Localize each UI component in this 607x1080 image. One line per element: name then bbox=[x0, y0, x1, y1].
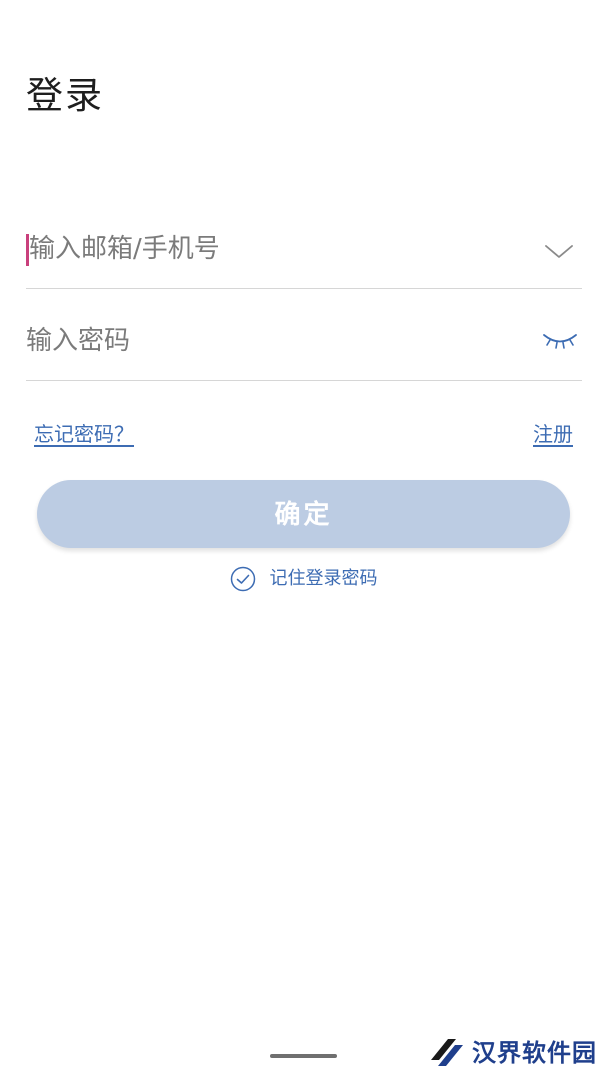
forgot-password-link[interactable]: 忘记密码？ bbox=[34, 420, 134, 448]
confirm-button[interactable]: 确定 bbox=[37, 480, 570, 548]
page-title: 登录 bbox=[26, 74, 104, 117]
watermark-text: 汉界软件园 bbox=[472, 1039, 597, 1067]
eye-closed-icon[interactable] bbox=[542, 330, 578, 352]
watermark-logo-icon bbox=[431, 1039, 463, 1066]
chevron-down-icon[interactable] bbox=[544, 240, 574, 262]
account-field bbox=[26, 226, 582, 289]
register-link[interactable]: 注册 bbox=[533, 420, 573, 448]
account-input[interactable] bbox=[26, 226, 529, 272]
password-input[interactable] bbox=[26, 318, 526, 364]
home-indicator[interactable] bbox=[270, 1054, 337, 1058]
remember-password-label: 记住登录密码 bbox=[269, 568, 378, 589]
watermark: 汉界软件园 bbox=[428, 1033, 597, 1073]
password-field bbox=[26, 318, 582, 381]
check-circle-icon[interactable] bbox=[230, 566, 256, 592]
remember-password-toggle[interactable]: 记住登录密码 bbox=[0, 566, 607, 596]
